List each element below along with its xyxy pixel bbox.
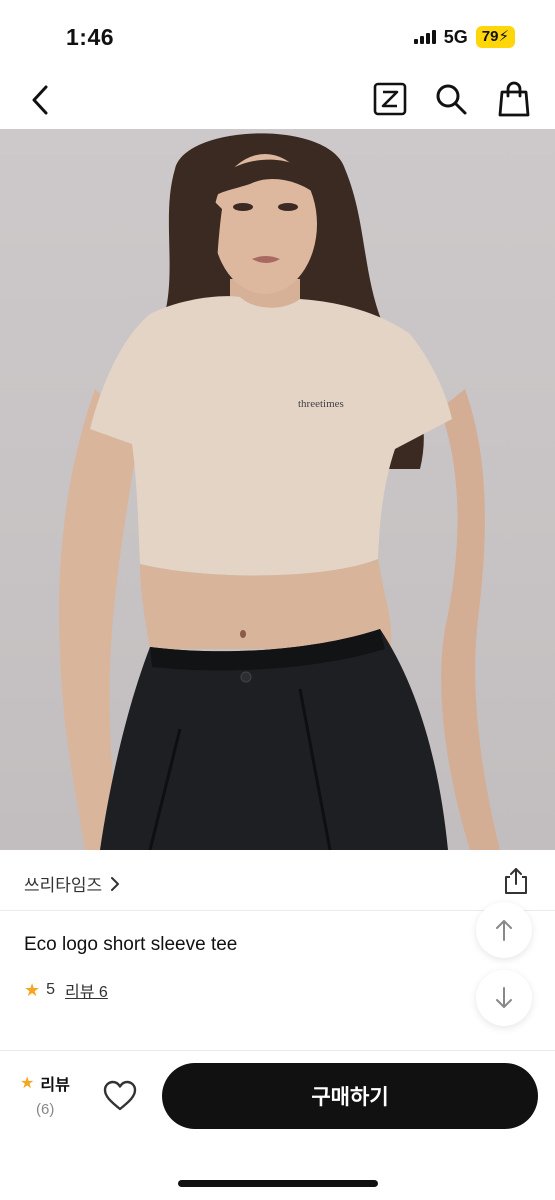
product-title: Eco logo short sleeve tee <box>24 934 238 955</box>
scroll-top-button[interactable] <box>476 902 532 958</box>
chevron-left-icon <box>32 85 48 115</box>
shopping-bag-icon <box>498 81 530 117</box>
buy-button[interactable]: 구매하기 <box>162 1063 538 1129</box>
nav-bar <box>0 72 555 128</box>
star-icon: ★ <box>24 979 41 1000</box>
review-summary[interactable]: ★ 리뷰 (6) <box>20 1071 90 1118</box>
wishlist-button[interactable] <box>102 1079 138 1113</box>
bottom-action-bar: ★ 리뷰 (6) 구매하기 <box>0 1050 555 1200</box>
chevron-right-icon <box>111 876 120 891</box>
heart-icon <box>103 1080 137 1111</box>
scroll-bottom-button[interactable] <box>476 970 532 1026</box>
rating-row: ★ 5 리뷰 6 <box>24 978 108 1002</box>
review-count: (6) <box>36 1101 55 1118</box>
brand-link[interactable]: 쓰리타임즈 <box>24 871 120 896</box>
share-icon <box>505 868 527 894</box>
search-icon <box>436 84 467 115</box>
status-indicators: 5G 79⚡ <box>413 26 515 48</box>
arrow-down-icon <box>496 987 512 1008</box>
search-button[interactable] <box>433 81 469 117</box>
signal-icon <box>413 30 436 44</box>
home-indicator <box>178 1180 378 1187</box>
status-bar: 1:46 5G 79⚡ <box>0 0 555 72</box>
star-icon: ★ <box>20 1075 35 1092</box>
battery-level: 79 <box>481 28 499 45</box>
z-icon <box>373 82 407 116</box>
product-photo: threetimes <box>59 133 500 850</box>
rating-value: 5 <box>46 981 56 998</box>
back-button[interactable] <box>22 80 58 120</box>
z-button[interactable] <box>372 81 408 117</box>
review-label: 리뷰 <box>40 1077 70 1094</box>
status-time: 1:46 <box>66 24 115 50</box>
battery-indicator: 79⚡ <box>475 26 515 48</box>
review-link[interactable]: 리뷰 6 <box>65 978 108 1002</box>
brand-row: 쓰리타임즈 <box>0 851 555 911</box>
brand-name: 쓰리타임즈 <box>24 876 103 895</box>
cart-button[interactable] <box>496 80 532 118</box>
shirt-print-text: threetimes <box>298 398 344 410</box>
arrow-up-icon <box>496 920 512 941</box>
share-button[interactable] <box>500 865 532 897</box>
charging-icon: ⚡ <box>498 28 509 45</box>
network-label: 5G <box>443 26 468 47</box>
product-image-carousel[interactable]: threetimes <box>0 129 555 850</box>
